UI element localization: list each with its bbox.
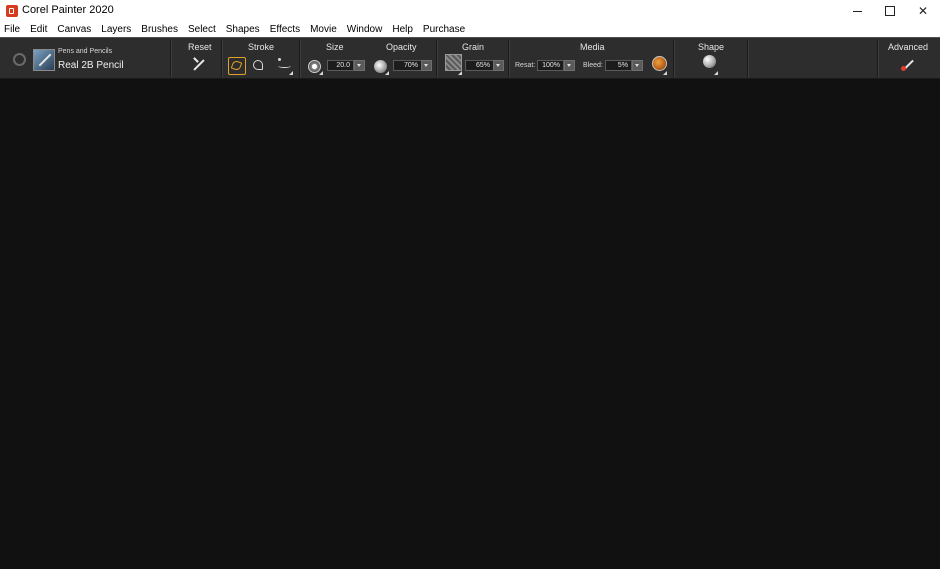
divider xyxy=(747,40,748,78)
minimize-button[interactable] xyxy=(840,0,874,22)
bleed-dropdown[interactable] xyxy=(632,60,643,71)
reset-label: Reset xyxy=(188,42,212,52)
grain-dropdown[interactable] xyxy=(493,60,504,71)
reset-brush-icon[interactable] xyxy=(191,57,207,73)
stroke-dropdown-indicator xyxy=(289,71,293,75)
size-dropdown[interactable] xyxy=(354,60,365,71)
opacity-label: Opacity xyxy=(386,42,417,52)
size-field[interactable]: 20.0 xyxy=(327,60,354,71)
divider xyxy=(221,40,222,78)
menu-help[interactable]: Help xyxy=(387,22,418,37)
brush-category-label[interactable]: Pens and Pencils xyxy=(58,48,112,55)
divider xyxy=(877,40,878,78)
bleed-value: 5% xyxy=(617,62,628,69)
property-bar: Pens and Pencils Real 2B Pencil Reset St… xyxy=(0,37,940,79)
bleed-field[interactable]: 5% xyxy=(605,60,632,71)
dab-shape-icon[interactable] xyxy=(703,55,716,68)
opacity-field[interactable]: 70% xyxy=(393,60,422,71)
brush-reset-icon[interactable] xyxy=(13,53,26,66)
opacity-dropdown[interactable] xyxy=(421,60,432,71)
menu-edit[interactable]: Edit xyxy=(25,22,52,37)
window-title: Corel Painter 2020 xyxy=(22,4,114,16)
brush-variant-label[interactable]: Real 2B Pencil xyxy=(58,60,124,71)
menu-movie[interactable]: Movie xyxy=(305,22,342,37)
resat-field[interactable]: 100% xyxy=(537,60,564,71)
media-swatch-indicator xyxy=(663,71,667,75)
menu-select[interactable]: Select xyxy=(183,22,221,37)
divider xyxy=(299,40,300,78)
size-dial-indicator xyxy=(319,71,323,75)
close-button[interactable]: ✕ xyxy=(906,0,940,22)
divider xyxy=(436,40,437,78)
media-color-swatch[interactable] xyxy=(652,56,667,71)
opacity-dial-indicator xyxy=(385,71,389,75)
canvas-workspace[interactable] xyxy=(0,79,940,569)
menu-purchase[interactable]: Purchase xyxy=(418,22,470,37)
shape-indicator xyxy=(714,71,718,75)
grain-swatch-indicator xyxy=(458,71,462,75)
grain-label: Grain xyxy=(462,42,485,52)
paper-grain-swatch[interactable] xyxy=(445,54,462,71)
advanced-brush-controls-icon[interactable] xyxy=(900,57,916,73)
maximize-icon xyxy=(885,6,895,16)
corel-painter-app-icon[interactable] xyxy=(6,5,18,17)
menu-canvas[interactable]: Canvas xyxy=(52,22,96,37)
minimize-icon xyxy=(852,10,862,12)
menu-file[interactable]: File xyxy=(0,22,25,37)
divider xyxy=(170,40,171,78)
menu-window[interactable]: Window xyxy=(342,22,388,37)
size-label: Size xyxy=(326,42,344,52)
grain-field[interactable]: 65% xyxy=(465,60,494,71)
menu-effects[interactable]: Effects xyxy=(265,22,305,37)
advanced-label: Advanced xyxy=(888,42,929,52)
freehand-stroke-icon[interactable] xyxy=(228,57,246,75)
divider xyxy=(508,40,509,78)
stroke-label: Stroke xyxy=(248,42,275,52)
media-label: Media xyxy=(580,42,605,52)
menu-layers[interactable]: Layers xyxy=(96,22,136,37)
straight-stroke-icon[interactable] xyxy=(251,58,267,74)
grain-value: 65% xyxy=(475,62,490,69)
close-icon: ✕ xyxy=(917,4,929,18)
menu-brushes[interactable]: Brushes xyxy=(136,22,183,37)
resat-dropdown[interactable] xyxy=(564,60,575,71)
menu-bar: File Edit Canvas Layers Brushes Select S… xyxy=(0,22,940,37)
bleed-label: Bleed: xyxy=(583,62,603,69)
resat-label: Resat: xyxy=(515,62,536,69)
resat-value: 100% xyxy=(542,62,560,69)
brush-selector-thumbnail[interactable] xyxy=(33,49,55,71)
divider xyxy=(673,40,674,78)
shape-label: Shape xyxy=(698,42,725,52)
menu-shapes[interactable]: Shapes xyxy=(221,22,265,37)
title-bar: Corel Painter 2020 ✕ xyxy=(0,0,940,22)
size-value: 20.0 xyxy=(336,62,350,69)
maximize-button[interactable] xyxy=(873,0,907,22)
opacity-value: 70% xyxy=(403,62,418,69)
